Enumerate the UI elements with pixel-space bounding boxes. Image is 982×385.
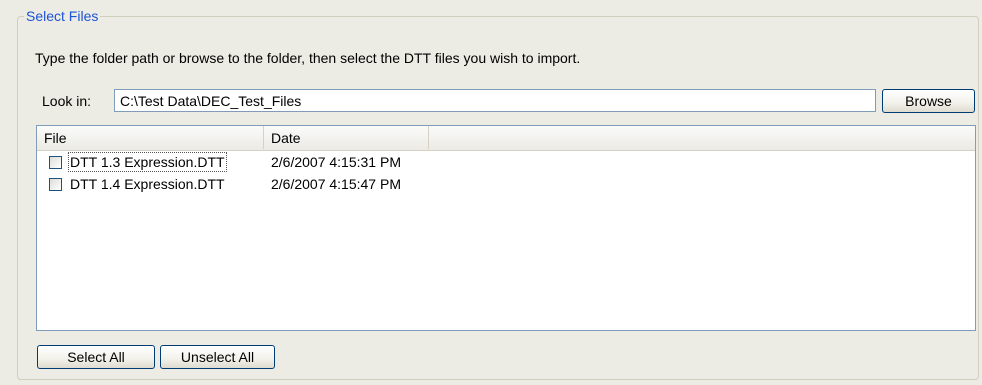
import-panel: Select Files Type the folder path or bro… (0, 0, 982, 385)
browse-button[interactable]: Browse (882, 89, 975, 113)
look-in-label: Look in: (42, 93, 92, 109)
list-header: File Date (37, 126, 975, 151)
unselect-all-button[interactable]: Unselect All (160, 345, 275, 369)
file-name: DTT 1.4 Expression.DTT (70, 176, 225, 192)
folder-path-input[interactable] (114, 89, 876, 112)
instructions-text: Type the folder path or browse to the fo… (35, 50, 581, 66)
file-checkbox[interactable] (49, 156, 62, 169)
file-listview[interactable]: File Date DTT 1.3 Expression.DTT 2/6/200… (36, 125, 976, 331)
column-header-date[interactable]: Date (264, 126, 429, 149)
file-name: DTT 1.3 Expression.DTT (68, 152, 227, 172)
file-checkbox[interactable] (49, 178, 62, 191)
file-date: 2/6/2007 4:15:31 PM (271, 154, 401, 170)
column-header-file[interactable]: File (37, 126, 264, 149)
file-date: 2/6/2007 4:15:47 PM (271, 176, 401, 192)
select-all-button[interactable]: Select All (37, 345, 155, 369)
groupbox-title: Select Files (24, 8, 101, 24)
